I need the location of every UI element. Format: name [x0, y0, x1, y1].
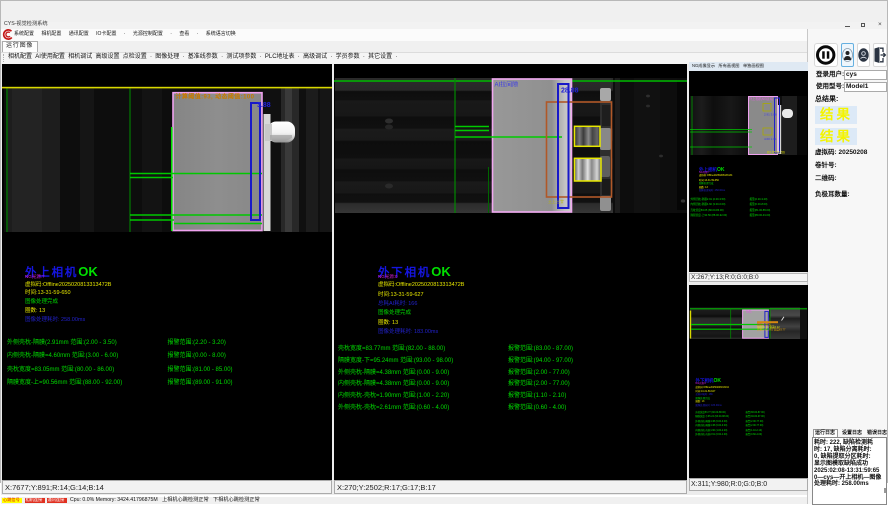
svg-text:土上土廿: 土上土廿	[548, 198, 564, 204]
svg-text:83.05 90.56: 83.05 90.56	[767, 151, 785, 155]
svg-text:28.88: 28.88	[561, 88, 579, 95]
svg-text:缺陷: 缺陷	[746, 309, 752, 313]
svg-text:3.88: 3.88	[257, 102, 271, 109]
svg-text:壳枕1.90 2.61 宽度83.77: 壳枕1.90 2.61 宽度83.77	[757, 327, 786, 331]
svg-text:4.60 1.91: 4.60 1.91	[764, 137, 777, 141]
svg-text:计算阈值:93, 动态阈值:100: 计算阈值:93, 动态阈值:100	[176, 93, 255, 101]
svg-text:AI拉间隙: AI拉间隙	[495, 81, 519, 89]
svg-text:外上相机NG区域: 外上相机NG区域	[749, 96, 774, 101]
svg-text:2.91 3.88: 2.91 3.88	[764, 113, 777, 117]
